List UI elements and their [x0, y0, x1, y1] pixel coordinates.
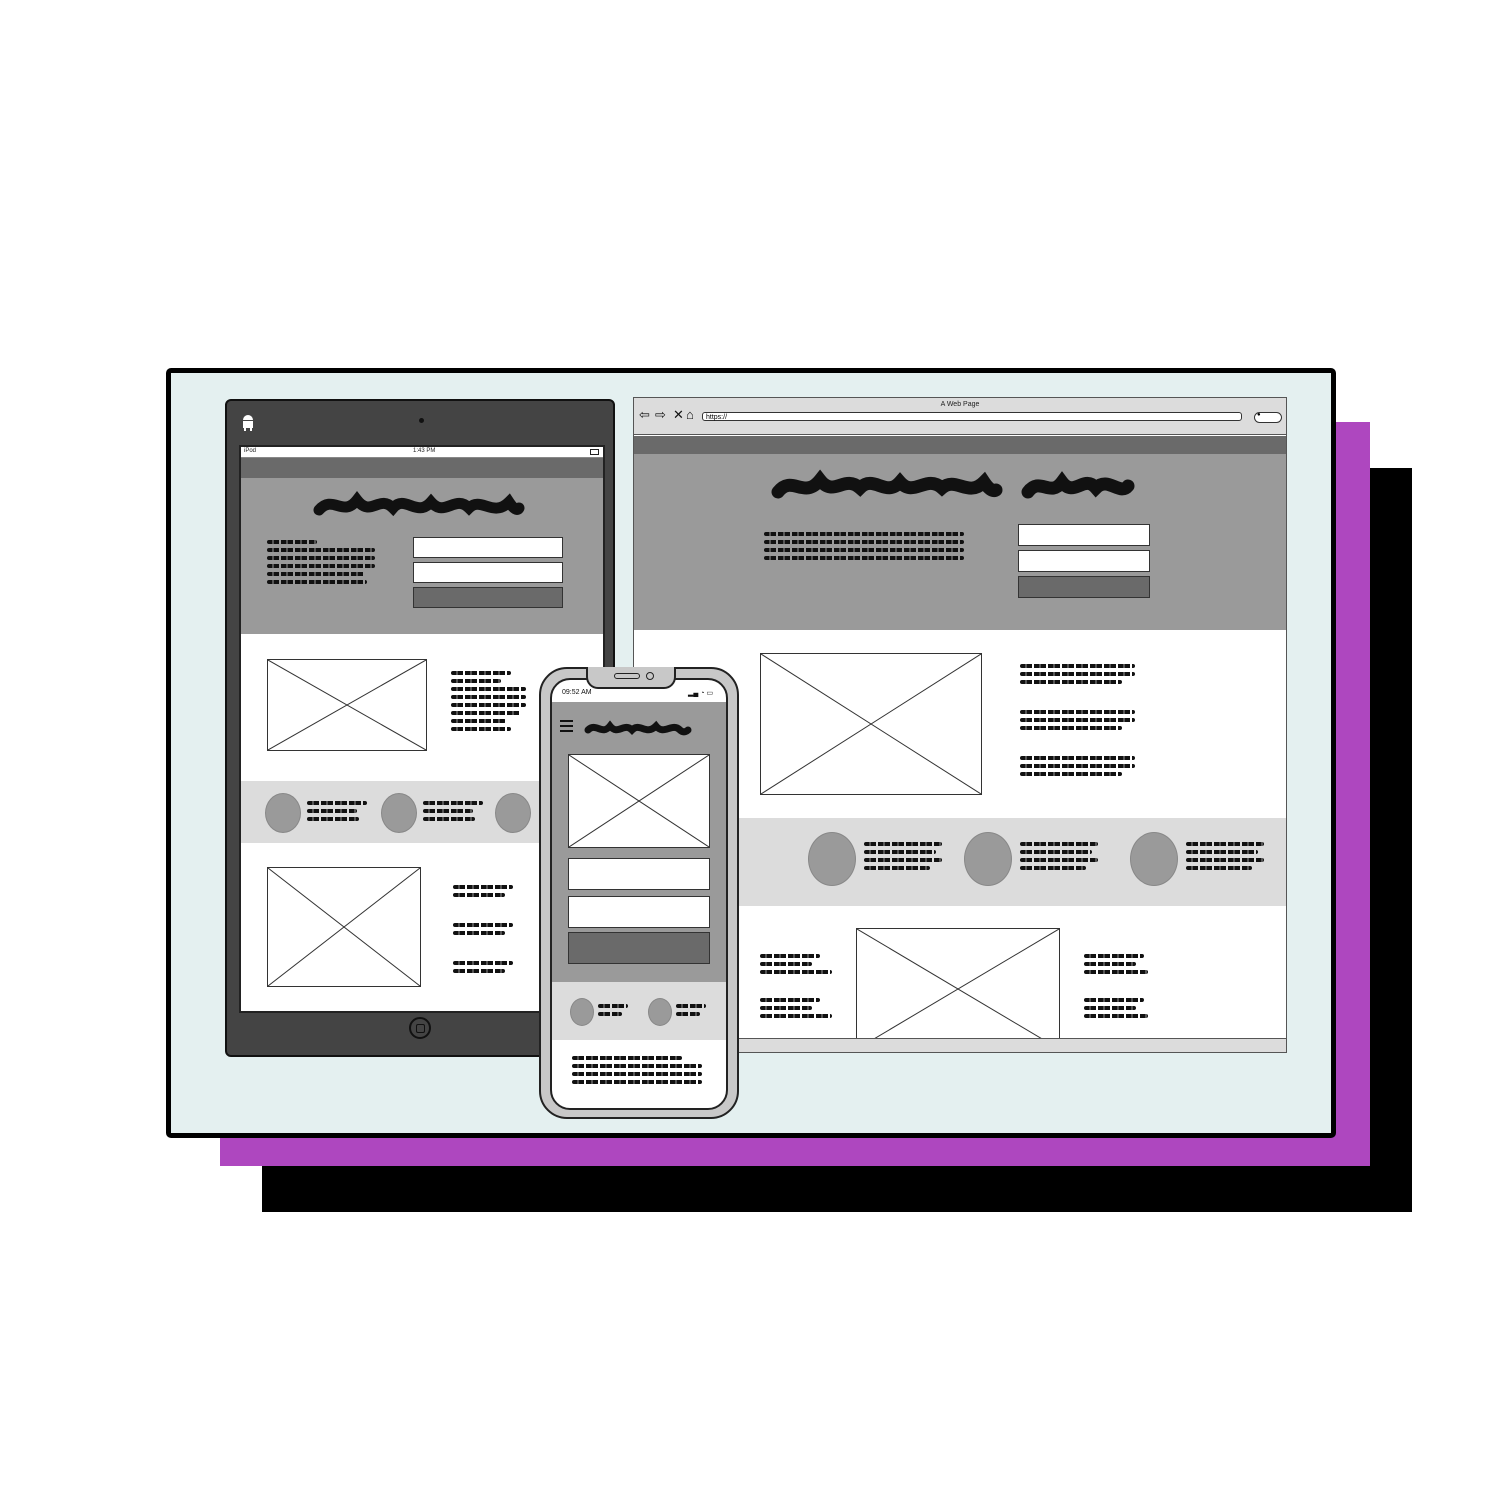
- image-placeholder: [568, 754, 710, 848]
- list-item: [1020, 842, 1098, 870]
- phone-body-text: [572, 1056, 702, 1084]
- hero-input-1[interactable]: [413, 537, 563, 558]
- avatar: [1130, 832, 1178, 886]
- image-placeholder: [856, 928, 1060, 1050]
- tablet-hero: [241, 478, 603, 634]
- illustration-frame: iPod 1:43 PM A Web Page ⇦ ⇨ ✕ ⌂ https://…: [166, 368, 1336, 1138]
- home-icon[interactable]: ⌂: [686, 408, 694, 421]
- status-time: 1:43 PM: [413, 448, 436, 454]
- battery-icon: [590, 449, 599, 455]
- hero-submit-button[interactable]: [1018, 576, 1150, 598]
- status-time: 09:52 AM: [562, 689, 592, 696]
- back-icon[interactable]: ⇦: [639, 408, 650, 421]
- forward-icon[interactable]: ⇨: [655, 408, 666, 421]
- feature-text-lines: [451, 671, 531, 731]
- image-placeholder: [267, 867, 421, 987]
- phone-notch: [586, 667, 676, 689]
- hero-text-lines: [267, 540, 377, 584]
- feature-text-lines: [760, 954, 832, 1018]
- browser-hero: [634, 454, 1286, 630]
- feature-text-lines: [1020, 664, 1135, 776]
- hero-title-scribble: [771, 469, 1135, 499]
- logo-scribble: [584, 720, 692, 736]
- list-item: [864, 842, 942, 870]
- hero-input-2[interactable]: [1018, 550, 1150, 572]
- avatar: [570, 998, 594, 1026]
- close-icon[interactable]: ✕: [673, 408, 684, 421]
- list-item: [423, 801, 483, 821]
- feature-text-lines: [453, 885, 513, 973]
- hero-input-2[interactable]: [413, 562, 563, 583]
- status-carrier: iPod: [244, 448, 257, 454]
- avatar: [648, 998, 672, 1026]
- phone-features-band: [552, 982, 726, 1040]
- avatar: [381, 793, 417, 833]
- image-placeholder: [267, 659, 427, 751]
- android-icon: [243, 415, 253, 431]
- phone-screen: 09:52 AM ▂▄ ◔ ▭: [550, 678, 728, 1110]
- signal-icon: ▂▄ ◔ ▭: [688, 690, 714, 697]
- camera-dot: [419, 418, 424, 423]
- window-title: A Web Page: [940, 401, 980, 408]
- tablet-nav-bar[interactable]: [241, 458, 603, 478]
- avatar: [495, 793, 531, 833]
- phone-input-1[interactable]: [568, 858, 710, 890]
- phone-hero: [552, 702, 726, 982]
- tablet-status-bar: iPod 1:43 PM: [241, 447, 603, 458]
- avatar: [265, 793, 301, 833]
- search-icon: ●: [1257, 412, 1261, 418]
- home-button-icon[interactable]: [409, 1017, 431, 1039]
- address-bar[interactable]: https://: [702, 412, 1242, 421]
- phone-input-2[interactable]: [568, 896, 710, 928]
- image-placeholder: [760, 653, 982, 795]
- list-item: [1186, 842, 1264, 870]
- list-item: [598, 1004, 628, 1016]
- browser-toolbar: A Web Page ⇦ ⇨ ✕ ⌂ https:// ●: [634, 398, 1286, 435]
- search-box[interactable]: ●: [1254, 412, 1282, 423]
- avatar: [964, 832, 1012, 886]
- hamburger-menu-icon[interactable]: [560, 720, 573, 732]
- hero-input-1[interactable]: [1018, 524, 1150, 546]
- browser-nav-bar[interactable]: [634, 436, 1286, 454]
- hero-submit-button[interactable]: [413, 587, 563, 608]
- phone-device: 09:52 AM ▂▄ ◔ ▭: [539, 667, 739, 1119]
- hero-text-lines: [764, 532, 964, 560]
- list-item: [307, 801, 367, 821]
- avatar: [808, 832, 856, 886]
- list-item: [676, 1004, 706, 1016]
- phone-submit-button[interactable]: [568, 932, 710, 964]
- feature-text-lines: [1084, 954, 1148, 1018]
- hero-title-scribble: [313, 491, 525, 517]
